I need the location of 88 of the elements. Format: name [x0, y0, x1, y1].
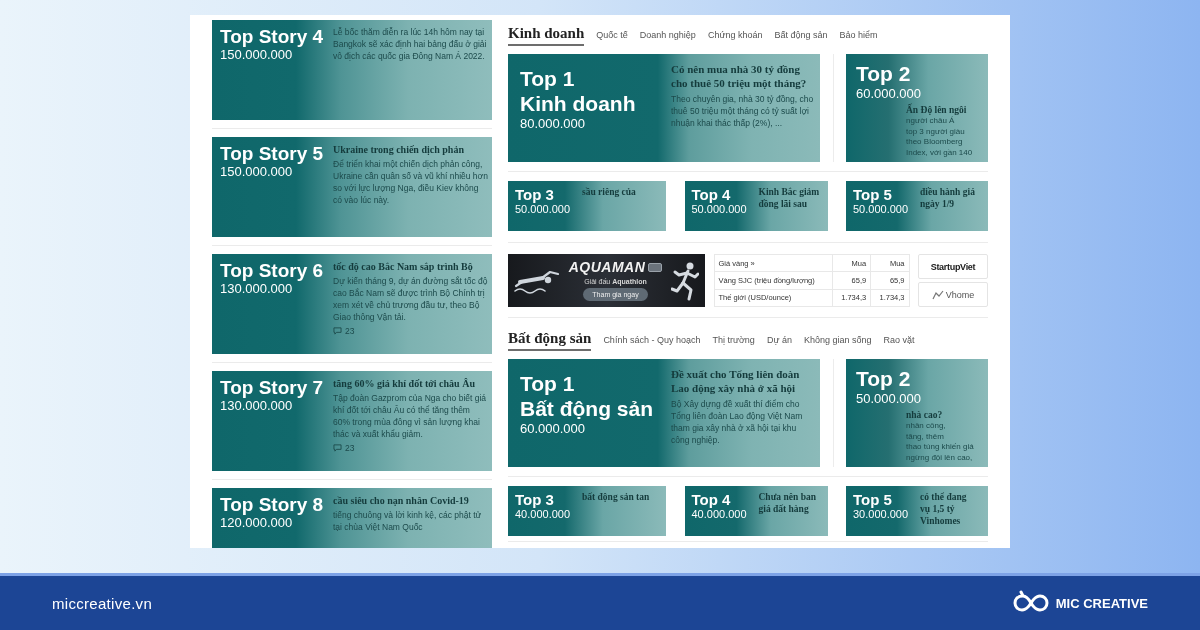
rank-label: Top 4 [691, 186, 732, 203]
price-label: 130.000.000 [220, 281, 294, 296]
nav-tab[interactable]: Chính sách - Quy hoạch [603, 335, 701, 351]
partner-logo[interactable]: Vhome [918, 282, 988, 307]
runner-icon [671, 260, 699, 301]
zigzag-icon [931, 289, 944, 300]
section-title[interactable]: Kinh doanh [508, 24, 585, 46]
nav-tab[interactable]: Dự án [766, 335, 792, 351]
price-label: 120.000.000 [220, 515, 294, 530]
headline-link[interactable]: Đề xuất cho Tổng liên đoàn Lao động xây nhà ở xã hội [671, 367, 815, 395]
rank-label: Top Story 6 [220, 260, 325, 281]
snippet-text: thao túng khiến giá [906, 442, 975, 453]
snippet-text: Dự kiến tháng 9, dự án đường sắt tốc độ cao Bắc Nam sẽ được trình Bộ Chính trị xem xét về chủ trương đầu tư, theo Bộ Giao thông Vận tải. [333, 275, 488, 323]
snippet-text: Index, với gần 140 [906, 147, 974, 158]
category-label: Kinh doanh [520, 91, 637, 116]
price-label: 50.000.000 [853, 203, 910, 216]
snippet-text: tăng, thêm [906, 431, 945, 442]
price-label: 50.000.000 [691, 203, 748, 216]
price-label: 50.000.000 [515, 203, 572, 216]
rank-label: Top 3 [515, 186, 555, 203]
price-label: 60.000.000 [520, 421, 587, 437]
price-label: 60.000.000 [856, 86, 923, 102]
headline-link[interactable]: Có nên mua nhà 30 tỷ đồng cho thuê 50 triệu một tháng? [671, 62, 815, 90]
nav-tab[interactable]: Không gian sống [803, 335, 872, 351]
headline-link[interactable]: vụ 1,5 tỷ [920, 503, 985, 515]
headline-link[interactable]: bất động sản tan [582, 491, 663, 503]
headline-link[interactable]: cầu siêu cho nạn nhân Covid-19 [333, 494, 488, 507]
partner-logo[interactable]: StartupViet [918, 254, 988, 279]
price-label: 150.000.000 [220, 164, 294, 179]
comment-icon [333, 444, 342, 452]
headline-link[interactable]: đồng lãi sau [758, 198, 825, 210]
rank-label: Top 5 [853, 186, 893, 203]
rank-label: Top 2 [856, 61, 912, 86]
rank-label: Top Story 4 [220, 26, 325, 47]
rank-label: Top Story 5 [220, 143, 325, 164]
comment-count: 23 [345, 325, 355, 337]
nav-tab[interactable]: Quốc tế [596, 30, 628, 46]
headline-link[interactable]: Ukraine trong chiến dịch phản [333, 143, 488, 156]
brand-name: MIC CREATIVE [1055, 595, 1148, 611]
headline-link[interactable]: Kinh Bắc giảm [758, 186, 825, 198]
rank-label: Top Story 7 [220, 377, 325, 398]
snippet-text: Để triển khai một chiến dịch phản công, Ukraine cần quân số và vũ khí nhiều hơn so với lực lượng Nga, điều Kiev không có vào lúc này. [333, 158, 488, 206]
snippet-text: Theo chuyên gia, nhà 30 tỷ đồng, cho thuê 50 triệu một tháng có tỷ suất lợi nhuận khai thác thấp (2%), ... [671, 93, 815, 129]
nav-tab[interactable]: Chứng khoán [707, 30, 763, 46]
website-link[interactable]: miccreative.vn [52, 594, 153, 612]
nav-tab[interactable]: Bất động sản [774, 30, 828, 46]
snippet-text: nhân công, [906, 421, 947, 432]
snippet-text: người châu Á [906, 116, 955, 127]
rank-label: Top 3 [515, 491, 555, 508]
tag-icon [648, 263, 663, 272]
comment-icon [333, 327, 342, 335]
nav-tab[interactable]: Bảo hiểm [839, 30, 878, 46]
price-label: 30.000.000 [853, 508, 910, 521]
price-label: 130.000.000 [220, 398, 294, 413]
nav-tab[interactable]: Thị trường [712, 335, 755, 351]
snippet-text: tiếng chuông và lời kinh kệ, các phật tử tại chùa Việt Nam Quốc [333, 509, 483, 533]
headline-link[interactable]: Chưa nên ban [758, 491, 825, 503]
headline-link[interactable]: Vinhomes [920, 515, 985, 527]
price-label: 40.000.000 [515, 508, 572, 521]
rank-label: Top 5 [853, 491, 893, 508]
rank-label: Top 2 [856, 366, 912, 391]
headline-link[interactable]: điều hành giá [920, 186, 985, 198]
rank-label: Top 1 [520, 371, 576, 396]
headline-link[interactable]: có thể đang [920, 491, 985, 503]
comment-count: 23 [345, 442, 355, 454]
headline-link[interactable]: ngày 1/9 [920, 198, 985, 210]
rank-label: Top 4 [691, 491, 732, 508]
snippet-text: theo Bloomberg [906, 137, 964, 148]
nav-tab[interactable]: Doanh nghiệp [639, 30, 696, 46]
headline-link[interactable]: tốc độ cao Bắc Nam sắp trình Bộ [333, 260, 488, 273]
headline-link[interactable]: tăng 60% giá khí đốt tới châu Âu [333, 377, 488, 390]
rank-label: Top Story 8 [220, 494, 325, 515]
price-label: 50.000.000 [856, 391, 923, 407]
headline-link[interactable]: sầu riêng của [582, 186, 663, 198]
snippet-text: ngừng đội lên cao, [906, 452, 974, 463]
price-label: 150.000.000 [220, 47, 294, 62]
headline-link[interactable]: giá đất hàng [758, 503, 825, 515]
snippet-text: Lễ bốc thăm diễn ra lúc 14h hôm nay tại Bangkok sẽ xác định hai bảng đấu ở giải vô địch các quốc gia Đông Nam Á 2022. [333, 26, 488, 62]
ad-title: AQUAMAN [568, 260, 646, 275]
snippet-text: Tập đoàn Gazprom của Nga cho biết giá khí đốt tới châu Âu có thể tăng thêm 60% trong mùa đông vì sản lượng khai thác và xuất khẩu giảm. [333, 392, 488, 440]
price-label: 80.000.000 [520, 116, 587, 132]
rank-label: Top 1 [520, 66, 576, 91]
headline-link[interactable]: Ấn Độ lên ngôi [906, 104, 985, 116]
section-title[interactable]: Bất động sản [508, 329, 592, 351]
headline-link[interactable]: nhà cao? [906, 409, 985, 421]
category-label: Bất động sản [520, 396, 654, 421]
nav-tab[interactable]: Rao vặt [883, 335, 915, 351]
price-label: 40.000.000 [691, 508, 748, 521]
